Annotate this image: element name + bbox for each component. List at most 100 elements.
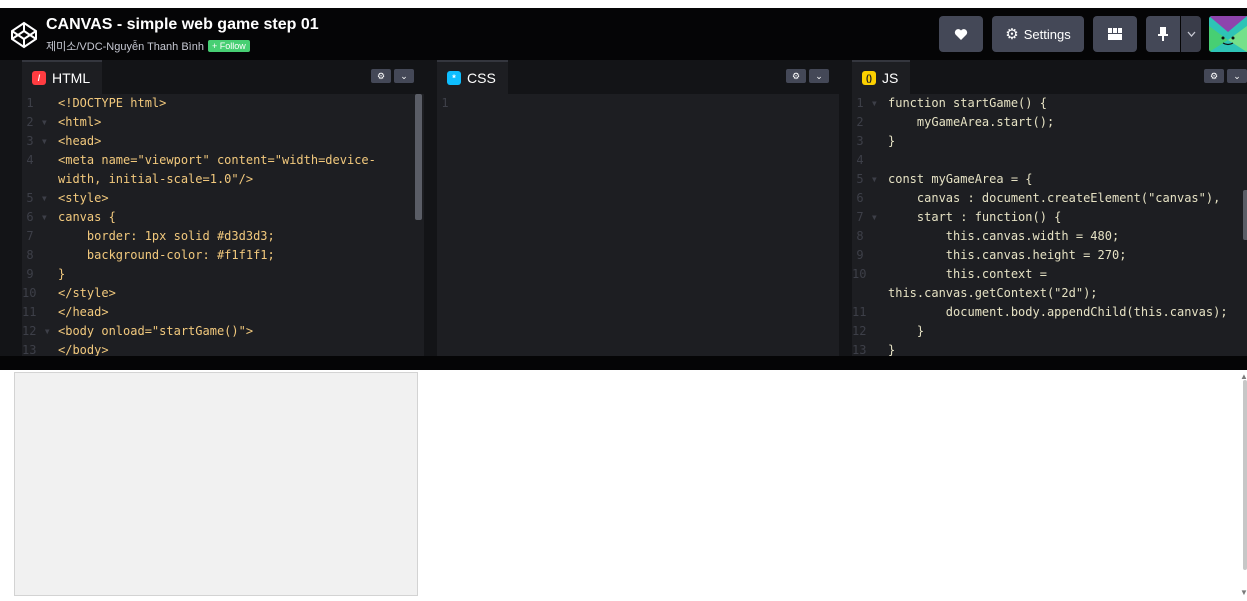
code-line: width, initial-scale=1.0"/> <box>22 170 424 189</box>
heart-button[interactable] <box>939 16 983 52</box>
css-editor: * CSS ⚙ ⌄ 1 <box>437 60 839 356</box>
css-settings-gear-icon[interactable]: ⚙ <box>786 69 806 83</box>
avatar[interactable] <box>1209 16 1247 52</box>
pin-menu-button[interactable] <box>1181 16 1201 52</box>
code-text: <style> <box>58 191 109 205</box>
html-lang-icon: / <box>32 71 46 85</box>
css-lang-icon: * <box>447 71 461 85</box>
code-line: 10 </style> <box>22 284 424 303</box>
pen-title[interactable]: CANVAS - simple web game step 01 <box>46 16 319 34</box>
line-number: 3 <box>856 134 878 148</box>
author-name[interactable]: 제미소/VDC-Nguyễn Thanh Bình <box>46 41 204 53</box>
code-text: } <box>888 343 896 356</box>
line-number: 11 <box>852 305 881 319</box>
code-text: </body> <box>58 343 109 356</box>
code-line: 3 ▾ <head> <box>22 132 424 151</box>
code-line: 7 border: 1px solid #d3d3d3; <box>22 227 424 246</box>
preview-scrollbar[interactable] <box>1243 380 1247 570</box>
code-text: } <box>888 324 925 338</box>
chevron-down-icon <box>1187 31 1195 37</box>
css-code[interactable]: 1 <box>437 94 839 113</box>
code-text: <html> <box>58 115 102 129</box>
code-line: 9 } <box>22 265 424 284</box>
html-tab-bar: / HTML ⚙ ⌄ <box>22 60 424 94</box>
js-code[interactable]: 1 ▾ function startGame() {2 myGameArea.st… <box>852 94 1247 356</box>
code-text: <!DOCTYPE html> <box>58 96 167 110</box>
code-text: width, initial-scale=1.0"/> <box>58 172 254 186</box>
js-editor-tools: ⚙ ⌄ <box>1204 69 1247 83</box>
line-number <box>22 170 58 189</box>
line-number: 12 <box>852 324 881 338</box>
line-number: 13 <box>852 343 881 356</box>
line-number: 5 ▾ <box>856 172 878 186</box>
editor-resize-divider[interactable] <box>0 356 1247 370</box>
line-number <box>852 284 888 303</box>
code-line: 12 } <box>852 322 1247 341</box>
line-number: 5 ▾ <box>26 191 48 205</box>
code-text: start : function() { <box>888 210 1062 224</box>
line-number: 6 <box>856 191 878 205</box>
html-code[interactable]: 1 <!DOCTYPE html> 2 ▾ <html> 3 ▾ <head> 4 <me… <box>22 94 424 356</box>
code-line: 9 this.canvas.height = 270; <box>852 246 1247 265</box>
line-number: 3 ▾ <box>26 134 48 148</box>
line-number: 11 <box>22 305 51 319</box>
settings-button[interactable]: ⚙ Settings <box>992 16 1084 52</box>
code-text: <head> <box>58 134 102 148</box>
css-editor-tools: ⚙ ⌄ <box>786 69 829 83</box>
css-chevron-down-icon[interactable]: ⌄ <box>809 69 829 83</box>
user-avatar-icon <box>1209 16 1247 52</box>
layout-button[interactable] <box>1093 16 1137 52</box>
code-text: const myGameArea = { <box>888 172 1033 186</box>
settings-label: Settings <box>1023 26 1071 42</box>
editors-area: / HTML ⚙ ⌄ 1 <!DOCTYPE html> 2 ▾ <html> 3 ▾… <box>0 60 1247 358</box>
follow-button[interactable]: + Follow <box>207 40 250 52</box>
tab-css[interactable]: * CSS <box>437 60 508 94</box>
code-text: canvas { <box>58 210 116 224</box>
preview-scroll-down-icon[interactable]: ▼ <box>1240 588 1247 597</box>
code-line: 8 this.canvas.width = 480; <box>852 227 1247 246</box>
line-number: 4 <box>26 153 48 167</box>
code-text: this.context = <box>888 267 1047 281</box>
code-line: 11 </head> <box>22 303 424 322</box>
code-line: 2 ▾ <html> <box>22 113 424 132</box>
line-number: 10 <box>22 286 51 300</box>
line-number: 2 ▾ <box>26 115 48 129</box>
line-number: 10 <box>852 267 881 281</box>
tab-css-label: CSS <box>467 70 496 86</box>
html-settings-gear-icon[interactable]: ⚙ <box>371 69 391 83</box>
code-line: 13 </body> <box>22 341 424 356</box>
code-text: <body onload="startGame()"> <box>58 324 254 338</box>
layout-icon <box>1108 28 1122 40</box>
js-lang-icon: () <box>862 71 876 85</box>
line-number: 2 <box>856 115 878 129</box>
line-number: 6 ▾ <box>26 210 48 224</box>
code-line: 1 <!DOCTYPE html> <box>22 94 424 113</box>
code-line: 10 this.context = <box>852 265 1247 284</box>
line-number: 4 <box>856 153 878 167</box>
js-chevron-down-icon[interactable]: ⌄ <box>1227 69 1247 83</box>
css-tab-bar: * CSS ⚙ ⌄ <box>437 60 839 94</box>
tab-html-label: HTML <box>52 70 91 86</box>
code-line: 8 background-color: #f1f1f1; <box>22 246 424 265</box>
code-line: 4 <meta name="viewport" content="width=d… <box>22 151 424 170</box>
author-line: 제미소/VDC-Nguyễn Thanh Bình + Follow <box>46 38 250 54</box>
code-line: 2 myGameArea.start(); <box>852 113 1247 132</box>
js-settings-gear-icon[interactable]: ⚙ <box>1204 69 1224 83</box>
html-scrollbar[interactable] <box>415 94 422 220</box>
js-tab-bar: () JS ⚙ ⌄ <box>852 60 1247 94</box>
code-line: 12 ▾ <body onload="startGame()"> <box>22 322 424 341</box>
tab-html[interactable]: / HTML <box>22 60 103 94</box>
preview-canvas <box>14 372 418 596</box>
gear-icon: ⚙ <box>1005 26 1019 43</box>
codepen-logo-icon[interactable] <box>10 21 38 49</box>
js-scrollbar[interactable] <box>1243 190 1247 240</box>
code-line: 1 <box>437 94 839 113</box>
pin-button[interactable] <box>1146 16 1180 52</box>
line-number: 13 <box>22 343 51 356</box>
code-text: } <box>58 267 66 281</box>
tab-js[interactable]: () JS <box>852 60 911 94</box>
code-text: this.canvas.getContext("2d"); <box>888 286 1098 300</box>
html-chevron-down-icon[interactable]: ⌄ <box>394 69 414 83</box>
code-text: canvas : document.createElement("canvas"… <box>888 191 1221 205</box>
code-line: 1 ▾ function startGame() { <box>852 94 1247 113</box>
